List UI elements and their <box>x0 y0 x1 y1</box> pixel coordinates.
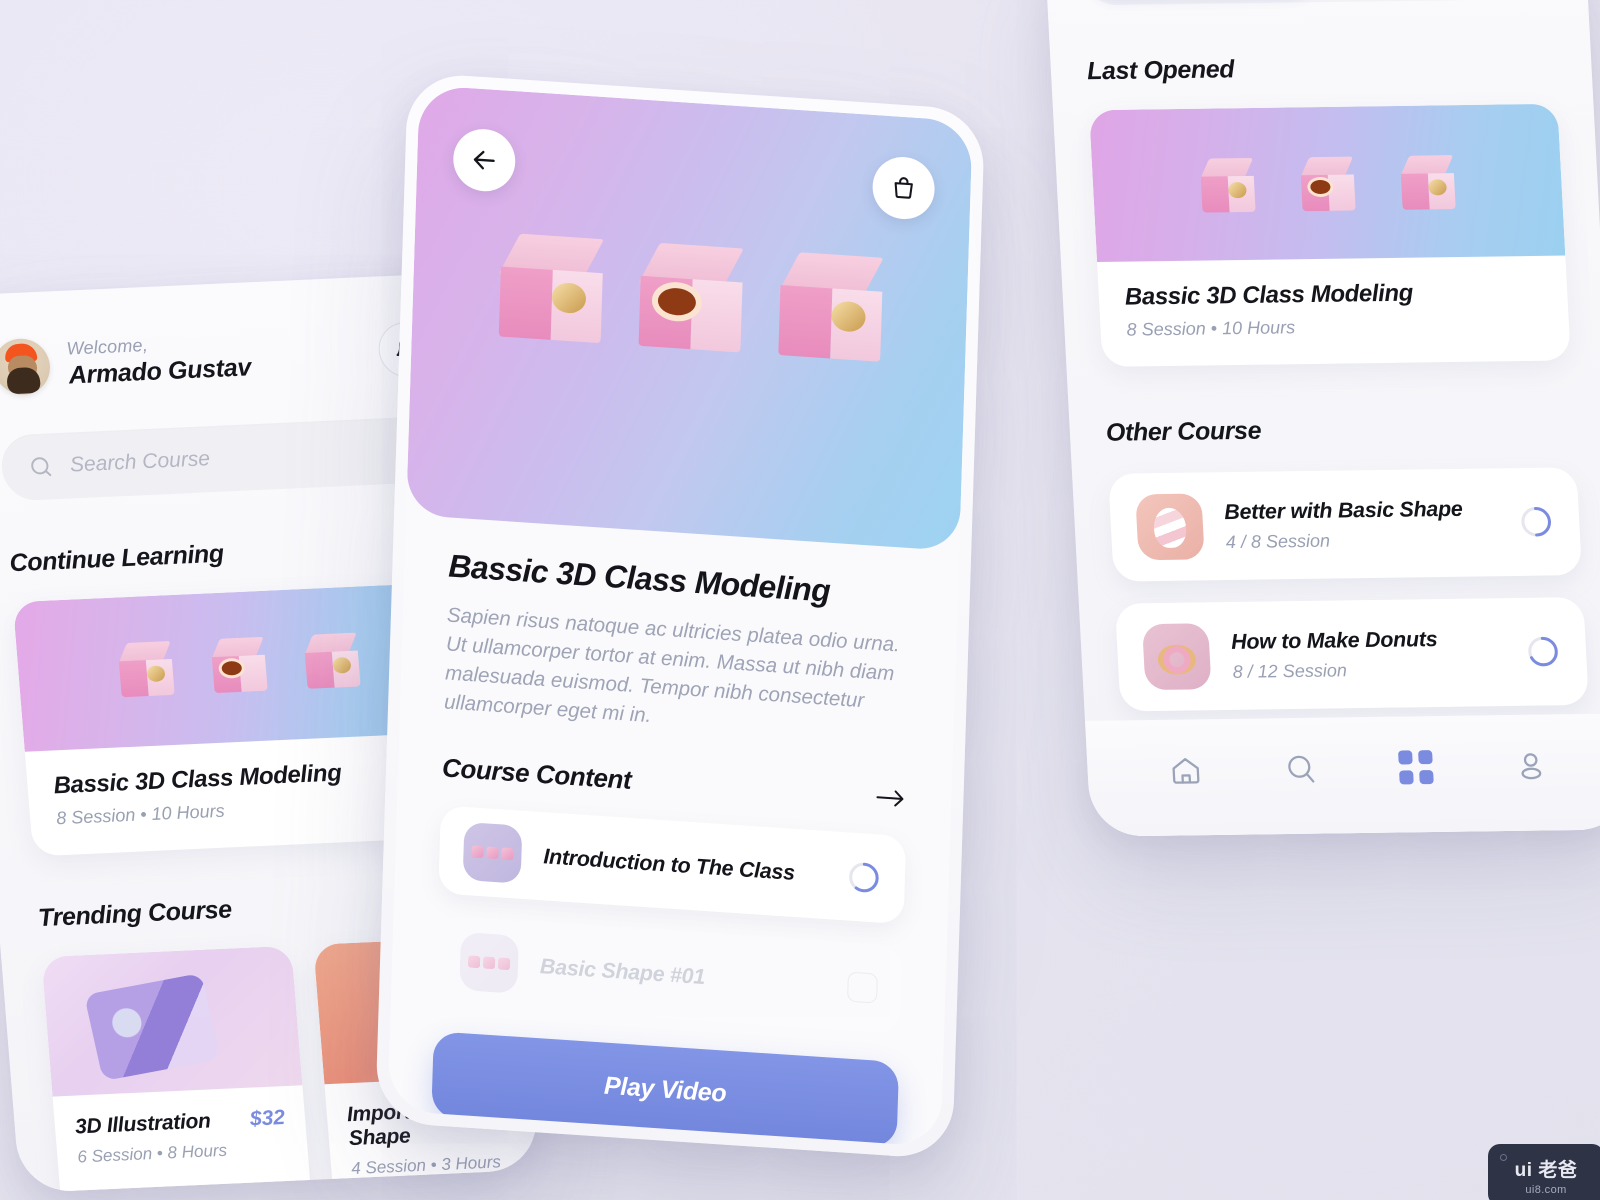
other-course-name-1: Better with Basic Shape <box>1223 496 1464 524</box>
other-course-title: Other Course <box>1105 416 1262 447</box>
arrow-right-icon[interactable] <box>873 785 908 811</box>
watermark-badge: ui 老爸 ui8.com <box>1488 1144 1600 1200</box>
detail-body: Bassic 3D Class Modeling Sapien risus na… <box>391 515 959 1038</box>
tab-search[interactable] <box>1277 747 1323 792</box>
tab-home[interactable] <box>1162 748 1208 793</box>
trending-card-1[interactable]: 3D Illustration $32 6 Session • 8 Hours <box>41 945 312 1194</box>
back-button[interactable] <box>452 127 517 194</box>
tab-profile[interactable] <box>1507 743 1553 788</box>
cube-illustration <box>1092 154 1563 218</box>
progress-content: On Progress Completed Last Opened Bassic… <box>1044 0 1600 837</box>
trending-course-title: Trending Course <box>37 895 233 933</box>
other-course-row-1[interactable]: Better with Basic Shape 4 / 8 Session <box>1108 467 1583 582</box>
welcome-block: Welcome, Armado Gustav <box>66 325 363 390</box>
lesson-row-1[interactable]: Introduction to The Class <box>438 805 907 925</box>
last-opened-card[interactable]: Bassic 3D Class Modeling 8 Session • 10 … <box>1089 103 1571 367</box>
soft-serve-icon <box>1135 493 1205 561</box>
cube-2 <box>632 241 747 360</box>
shopping-bag-icon <box>894 177 913 199</box>
crystal-cubes-icon <box>83 972 221 1082</box>
lesson-title-2: Basic Shape #01 <box>539 954 706 990</box>
avatar[interactable] <box>0 337 53 396</box>
search-placeholder: Search Course <box>69 447 211 477</box>
continue-learning-header: Continue Learning <box>9 529 451 578</box>
bottom-tab-bar <box>1085 713 1600 837</box>
play-video-button[interactable]: Play Video <box>431 1031 900 1148</box>
other-course-row-2[interactable]: How to Make Donuts 8 / 12 Session <box>1114 597 1589 712</box>
detail-cover-image <box>406 84 973 552</box>
lesson-title-1: Introduction to The Class <box>543 844 796 885</box>
cube-3 <box>301 632 364 693</box>
other-course-name-2: How to Make Donuts <box>1230 626 1438 654</box>
other-course-text-2: How to Make Donuts 8 / 12 Session <box>1230 626 1505 683</box>
lesson-row-2[interactable]: Basic Shape #01 <box>434 915 903 1035</box>
course-content-title: Course Content <box>441 752 632 796</box>
phone-progress-screen: On Progress Completed Last Opened Bassic… <box>1044 0 1600 837</box>
cube-2 <box>1297 156 1358 216</box>
cube-3 <box>1397 155 1458 214</box>
progress-ring-icon <box>849 863 879 893</box>
donut-icon <box>1142 623 1212 691</box>
cube-1 <box>114 641 177 701</box>
search-icon <box>31 457 52 477</box>
cube-1 <box>1197 157 1258 217</box>
arrow-left-icon <box>473 150 495 170</box>
continue-learning-title: Continue Learning <box>8 539 225 578</box>
last-opened-sub: 8 Session • 10 Hours <box>1126 317 1296 340</box>
watermark-main: ui 老爸 <box>1514 1159 1578 1181</box>
trending-sub-2: 4 Session • 3 Hours <box>350 1152 502 1179</box>
trending-price-1: $32 <box>249 1106 286 1131</box>
mockup-stage: Welcome, Armado Gustav Search Course Con <box>0 0 1600 1200</box>
home-header: Welcome, Armado Gustav <box>0 320 436 396</box>
trending-meta-1: 3D Illustration $32 6 Session • 8 Hours <box>53 1085 310 1190</box>
tab-courses[interactable] <box>1392 745 1438 790</box>
cube-1 <box>493 232 608 351</box>
cart-button[interactable] <box>871 155 936 222</box>
last-opened-title: Last Opened <box>1086 55 1235 86</box>
other-course-text-1: Better with Basic Shape 4 / 8 Session <box>1224 496 1499 553</box>
cube-3 <box>772 250 887 369</box>
course-content-header: Course Content <box>442 753 908 815</box>
trending-title-1: 3D Illustration <box>74 1109 212 1139</box>
detail-description: Sapien risus natoque ac ultricies platea… <box>443 603 901 728</box>
other-course-sub-1: 4 / 8 Session <box>1225 530 1331 552</box>
search-icon <box>1287 755 1314 783</box>
cube-illustration <box>412 227 969 376</box>
person-icon <box>1520 753 1541 780</box>
phone-course-detail-screen: Bassic 3D Class Modeling Sapien risus na… <box>375 72 986 1160</box>
last-opened-meta: Bassic 3D Class Modeling 8 Session • 10 … <box>1097 256 1571 367</box>
watermark-sub: ui8.com <box>1525 1183 1567 1196</box>
home-icon <box>1171 758 1199 784</box>
cube-2 <box>207 636 270 697</box>
last-opened-name: Bassic 3D Class Modeling <box>1124 279 1414 311</box>
detail-screen: Bassic 3D Class Modeling Sapien risus na… <box>387 84 973 1148</box>
avatar-beard <box>5 366 42 395</box>
lesson-thumbnail-2 <box>459 932 519 995</box>
lesson-checkbox-2[interactable] <box>847 972 878 1005</box>
progress-tabs: On Progress Completed <box>1080 0 1552 6</box>
play-video-label: Play Video <box>603 1071 727 1108</box>
trending-sub-1: 6 Session • 8 Hours <box>76 1140 228 1167</box>
trending-cover-1 <box>41 945 303 1097</box>
progress-ring-icon <box>1521 507 1551 537</box>
other-course-sub-2: 8 / 12 Session <box>1232 659 1348 682</box>
lesson-thumbnail-1 <box>462 822 523 885</box>
search-input[interactable]: Search Course <box>0 415 445 502</box>
grid-icon <box>1397 750 1434 785</box>
last-opened-cover <box>1089 103 1566 263</box>
progress-ring-icon <box>1528 636 1558 667</box>
watermark-dot-icon <box>1500 1154 1507 1161</box>
